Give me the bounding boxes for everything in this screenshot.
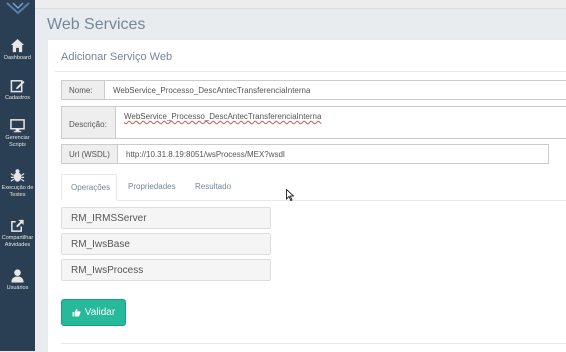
share-icon — [11, 219, 24, 232]
url-field[interactable]: http://10.31.8.19:8051/wsProcess/MEX?wsd… — [117, 144, 549, 164]
sidebar-item-usuarios[interactable]: Usuários — [0, 268, 35, 292]
tab-operacoes[interactable]: Operações — [61, 174, 117, 201]
top-bar — [35, 0, 566, 9]
sidebar-item-cadastros[interactable]: Cadastros — [0, 78, 35, 102]
descricao-text: WebService_Processo_DescAntecTransferenc… — [124, 112, 322, 121]
sidebar-item-compartilhar[interactable]: Compartilhar Atividades — [0, 218, 35, 249]
url-label: Url (WSDL) — [61, 144, 118, 164]
nome-label: Nome: — [61, 80, 105, 100]
sidebar-item-label: Compartilhar Atividades — [1, 235, 34, 248]
operation-item[interactable]: RM_IwsProcess — [61, 259, 271, 281]
sidebar-item-label: Gerenciar Scripts — [5, 135, 30, 148]
operation-item[interactable]: RM_IwsBase — [61, 233, 271, 255]
tab-resultado[interactable]: Resultado — [186, 174, 246, 200]
edit-icon — [10, 80, 25, 93]
descricao-label: Descrição: — [61, 106, 116, 139]
mouse-cursor-icon — [286, 189, 294, 201]
sidebar: Dashboard Cadastros Gerenciar Scripts Ex… — [0, 0, 35, 351]
sidebar-item-label: Execução de Testes — [1, 185, 34, 198]
validar-label: Validar — [84, 307, 116, 318]
sidebar-item-label: Usuários — [6, 285, 29, 291]
validar-button[interactable]: Validar — [61, 299, 126, 326]
panel-title: Adicionar Serviço Web — [61, 51, 173, 63]
divider — [55, 71, 566, 72]
tabs-bar: Operações Propriedades Resultado — [61, 174, 566, 201]
monitor-icon — [10, 119, 25, 133]
logo-icon[interactable] — [0, 0, 35, 16]
operation-item[interactable]: RM_IRMSServer — [61, 207, 271, 229]
divider — [61, 343, 566, 344]
user-icon — [11, 269, 24, 283]
sidebar-item-execucao-testes[interactable]: Execução de Testes — [0, 168, 35, 199]
thumbs-up-icon — [72, 308, 81, 317]
sidebar-item-gerenciar-scripts[interactable]: Gerenciar Scripts — [0, 118, 35, 149]
nome-field[interactable]: WebService_Processo_DescAntecTransferenc… — [104, 80, 566, 100]
sidebar-item-dashboard[interactable]: Dashboard — [0, 38, 35, 62]
page-title: Web Services — [47, 16, 146, 33]
add-web-service-panel: Adicionar Serviço Web Nome: WebService_P… — [47, 39, 566, 352]
home-icon — [10, 38, 25, 53]
sidebar-item-label: Dashboard — [4, 55, 31, 61]
tab-propriedades[interactable]: Propriedades — [119, 174, 189, 200]
sidebar-item-label: Cadastros — [4, 95, 31, 101]
descricao-field[interactable]: WebService_Processo_DescAntecTransferenc… — [115, 106, 566, 139]
bug-icon — [10, 169, 25, 182]
